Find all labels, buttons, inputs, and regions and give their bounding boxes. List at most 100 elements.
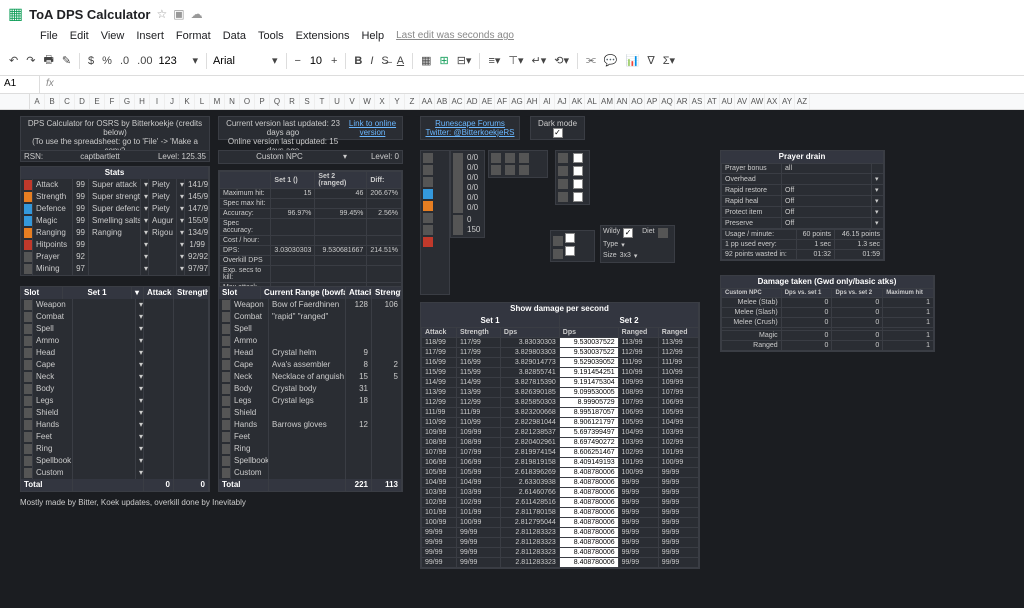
- col-U[interactable]: U: [330, 94, 345, 109]
- menu-help[interactable]: Help: [361, 30, 384, 42]
- col-AS[interactable]: AS: [690, 94, 705, 109]
- col-H[interactable]: H: [135, 94, 150, 109]
- bold-icon[interactable]: B: [351, 53, 365, 69]
- col-AU[interactable]: AU: [720, 94, 735, 109]
- rsn-name[interactable]: captbartlett: [51, 151, 149, 161]
- fill-icon[interactable]: ▦: [418, 52, 434, 69]
- borders-icon[interactable]: ⊞: [436, 52, 451, 69]
- formula-bar[interactable]: A1 fx: [0, 76, 1024, 94]
- font-input[interactable]: [212, 54, 267, 68]
- menu-edit[interactable]: Edit: [70, 30, 89, 42]
- col-M[interactable]: M: [210, 94, 225, 109]
- col-AM[interactable]: AM: [600, 94, 615, 109]
- slot-icon[interactable]: [423, 189, 433, 199]
- comment-icon[interactable]: 💬: [601, 52, 621, 69]
- col-AI[interactable]: AI: [540, 94, 555, 109]
- chart-icon[interactable]: 📊: [623, 52, 643, 69]
- col-AG[interactable]: AG: [510, 94, 525, 109]
- col-AQ[interactable]: AQ: [660, 94, 675, 109]
- col-AJ[interactable]: AJ: [555, 94, 570, 109]
- col-AA[interactable]: AA: [420, 94, 435, 109]
- menu-format[interactable]: Format: [176, 30, 211, 42]
- merge-icon[interactable]: ⊟▾: [454, 52, 475, 69]
- col-L[interactable]: L: [195, 94, 210, 109]
- dark-mode-checkbox[interactable]: [553, 128, 563, 138]
- menu-insert[interactable]: Insert: [136, 30, 164, 42]
- menu-extensions[interactable]: Extensions: [296, 30, 350, 42]
- currency-icon[interactable]: $: [85, 53, 97, 69]
- print-icon[interactable]: 🖶: [40, 49, 56, 72]
- dec-more-icon[interactable]: .00: [134, 53, 155, 69]
- menu-data[interactable]: Data: [223, 30, 246, 42]
- col-G[interactable]: G: [120, 94, 135, 109]
- link-online[interactable]: Link to online version: [345, 119, 400, 137]
- filter-icon[interactable]: ∇: [644, 52, 657, 69]
- heart-icon[interactable]: [423, 237, 433, 247]
- zoom-input[interactable]: [157, 54, 187, 68]
- col-AD[interactable]: AD: [465, 94, 480, 109]
- link-icon[interactable]: ⫘: [583, 52, 599, 69]
- col-AP[interactable]: AP: [645, 94, 660, 109]
- col-Z[interactable]: Z: [405, 94, 420, 109]
- doc-title[interactable]: ToA DPS Calculator: [29, 7, 150, 22]
- wrap-icon[interactable]: ↵▾: [529, 52, 550, 69]
- move-icon[interactable]: ▣: [173, 7, 184, 21]
- col-S[interactable]: S: [300, 94, 315, 109]
- edit-history[interactable]: Last edit was seconds ago: [396, 30, 514, 42]
- star-icon[interactable]: ☆: [156, 7, 167, 21]
- col-W[interactable]: W: [360, 94, 375, 109]
- col-AR[interactable]: AR: [675, 94, 690, 109]
- undo-icon[interactable]: ↶: [6, 52, 21, 69]
- strike-icon[interactable]: S̶: [378, 53, 391, 69]
- slot-icon[interactable]: [423, 201, 433, 211]
- col-N[interactable]: N: [225, 94, 240, 109]
- valign-icon[interactable]: ⊤▾: [505, 52, 526, 69]
- col-R[interactable]: R: [285, 94, 300, 109]
- col-AV[interactable]: AV: [735, 94, 750, 109]
- col-J[interactable]: J: [165, 94, 180, 109]
- npc-name[interactable]: Custom NPC: [219, 151, 340, 163]
- col-F[interactable]: F: [105, 94, 120, 109]
- col-V[interactable]: V: [345, 94, 360, 109]
- size-dec[interactable]: −: [292, 53, 304, 69]
- col-AL[interactable]: AL: [585, 94, 600, 109]
- col-AE[interactable]: AE: [480, 94, 495, 109]
- col-AW[interactable]: AW: [750, 94, 765, 109]
- col-AF[interactable]: AF: [495, 94, 510, 109]
- col-AK[interactable]: AK: [570, 94, 585, 109]
- link-forums[interactable]: Runescape Forums: [423, 119, 517, 128]
- col-AC[interactable]: AC: [450, 94, 465, 109]
- dec-less-icon[interactable]: .0: [117, 53, 132, 69]
- col-AT[interactable]: AT: [705, 94, 720, 109]
- paint-icon[interactable]: ✎: [59, 52, 74, 69]
- slot-icon[interactable]: [423, 177, 433, 187]
- col-D[interactable]: D: [75, 94, 90, 109]
- col-AB[interactable]: AB: [435, 94, 450, 109]
- size-inc[interactable]: +: [328, 53, 340, 69]
- sheet-body[interactable]: DPS Calculator for OSRS by Bitterkoekje …: [0, 110, 1024, 608]
- col-AO[interactable]: AO: [630, 94, 645, 109]
- slot-icon[interactable]: [423, 165, 433, 175]
- text-color-icon[interactable]: A: [394, 53, 407, 69]
- col-C[interactable]: C: [60, 94, 75, 109]
- link-twitter[interactable]: Twitter: @BitterkoekjeRS: [423, 128, 517, 137]
- size-input[interactable]: [306, 54, 326, 68]
- rotate-icon[interactable]: ⟲▾: [551, 52, 572, 69]
- col-E[interactable]: E: [90, 94, 105, 109]
- functions-icon[interactable]: Σ▾: [660, 52, 678, 69]
- col-AZ[interactable]: AZ: [795, 94, 810, 109]
- name-box[interactable]: A1: [0, 76, 40, 93]
- col-AY[interactable]: AY: [780, 94, 795, 109]
- col-K[interactable]: K: [180, 94, 195, 109]
- menu-file[interactable]: File: [40, 30, 58, 42]
- col-P[interactable]: P: [255, 94, 270, 109]
- col-X[interactable]: X: [375, 94, 390, 109]
- slot-icon[interactable]: [423, 225, 433, 235]
- col-AN[interactable]: AN: [615, 94, 630, 109]
- italic-icon[interactable]: I: [367, 53, 376, 69]
- menu-view[interactable]: View: [101, 30, 125, 42]
- col-I[interactable]: I: [150, 94, 165, 109]
- col-A[interactable]: A: [30, 94, 45, 109]
- col-Q[interactable]: Q: [270, 94, 285, 109]
- align-icon[interactable]: ≡▾: [485, 52, 503, 69]
